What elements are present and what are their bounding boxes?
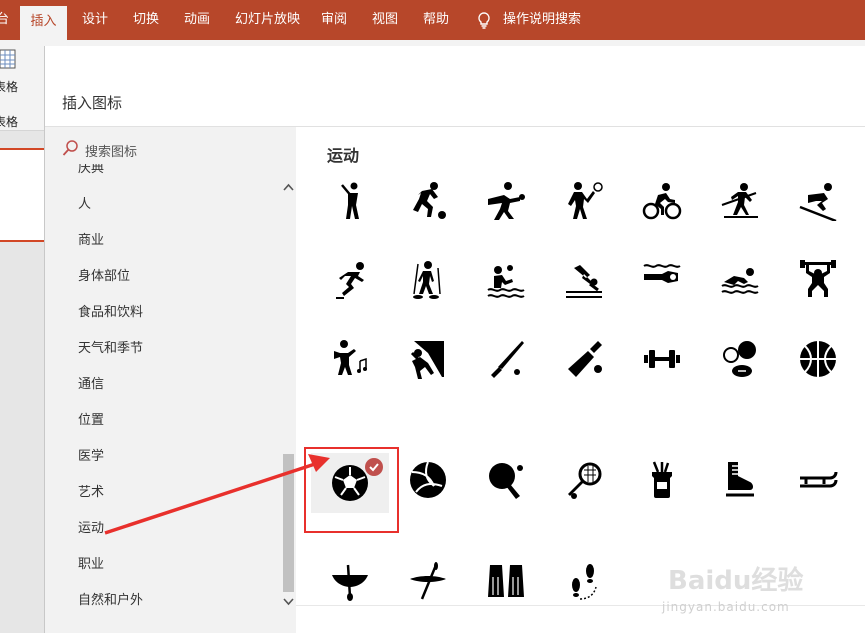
sled-icon[interactable] (779, 446, 857, 514)
tab-help[interactable]: 帮助 (423, 0, 449, 40)
basketball-icon[interactable] (779, 325, 857, 393)
soccer-player-icon[interactable] (389, 167, 467, 235)
category-item[interactable]: 自然和户外 (78, 589, 143, 608)
water-polo-icon[interactable] (467, 246, 545, 314)
tennis-player-icon[interactable] (545, 167, 623, 235)
watermark-url: jingyan.baidu.com (662, 600, 790, 614)
ice-skater-icon[interactable] (311, 246, 389, 314)
lightbulb-icon[interactable] (476, 12, 492, 30)
tab-home[interactable]: 台 (0, 0, 9, 40)
weightlifter-icon[interactable] (779, 246, 857, 314)
table-group-label: 表格 (0, 115, 19, 129)
softball-pitcher-icon[interactable] (467, 167, 545, 235)
cross-country-skier-icon[interactable] (701, 167, 779, 235)
tell-me-search[interactable]: 操作说明搜索 (503, 0, 581, 40)
category-item[interactable]: 位置 (78, 409, 104, 428)
category-list: 庆典 人 商业 身体部位 食品和饮料 天气和季节 通信 位置 医学 艺术 运动 … (45, 164, 281, 633)
sports-balls-icon[interactable] (701, 325, 779, 393)
baidu-watermark: Baidu经验 jingyan.baidu.com (662, 540, 862, 630)
category-item[interactable]: 商业 (78, 229, 104, 248)
dialog-title: 插入图标 (62, 94, 123, 112)
section-title: 运动 (327, 146, 360, 165)
dancer-icon[interactable] (311, 325, 389, 393)
scroll-up-arrow-icon[interactable] (281, 180, 296, 196)
tennis-racket-icon[interactable] (545, 446, 623, 514)
scroll-down-arrow-icon[interactable] (281, 593, 296, 609)
category-scrollbar[interactable] (281, 164, 296, 633)
scrollbar-thumb[interactable] (283, 454, 294, 592)
category-item[interactable]: 身体部位 (78, 265, 130, 284)
slide-thumbnail[interactable] (0, 148, 46, 242)
cricket-bat-icon[interactable] (545, 325, 623, 393)
tab-slideshow[interactable]: 幻灯片放映 (235, 0, 300, 40)
category-item[interactable]: 艺术 (78, 481, 104, 500)
search-icon (62, 140, 78, 156)
category-item[interactable]: 天气和季节 (78, 337, 143, 356)
category-panel: 搜索图标 庆典 人 商业 身体部位 食品和饮料 天气和季节 通信 位置 医学 艺… (45, 127, 296, 633)
diver-icon[interactable] (545, 246, 623, 314)
category-item-sports[interactable]: 运动 (78, 517, 104, 536)
tab-animations[interactable]: 动画 (184, 0, 210, 40)
golf-bag-icon[interactable] (623, 446, 701, 514)
category-item[interactable]: 通信 (78, 373, 104, 392)
rock-climber-icon[interactable] (389, 325, 467, 393)
tab-design[interactable]: 设计 (82, 0, 108, 40)
cyclist-icon[interactable] (623, 167, 701, 235)
watermark-logo: Baidu经验 (668, 566, 804, 596)
baseball-player-icon[interactable] (311, 167, 389, 235)
category-item[interactable]: 食品和饮料 (78, 301, 143, 320)
tab-view[interactable]: 视图 (372, 0, 398, 40)
tab-review[interactable]: 审阅 (321, 0, 347, 40)
ping-pong-icon[interactable] (467, 446, 545, 514)
tab-insert[interactable]: 插入 (20, 6, 67, 40)
ice-skate-icon[interactable] (701, 446, 779, 514)
search-input[interactable]: 搜索图标 (85, 141, 137, 160)
category-item[interactable]: 庆典 (78, 164, 104, 176)
ribbon-tab-bar: 台 插入 设计 切换 动画 幻灯片放映 审阅 视图 帮助 操作说明搜索 (0, 0, 865, 40)
category-item[interactable]: 职业 (78, 553, 104, 572)
tab-transitions[interactable]: 切换 (133, 0, 159, 40)
snowshoe-hiker-icon[interactable] (389, 246, 467, 314)
swimmer-icon[interactable] (701, 246, 779, 314)
category-item[interactable]: 医学 (78, 445, 104, 464)
selection-highlight-box (304, 447, 399, 533)
downhill-skier-icon[interactable] (779, 167, 857, 235)
dumbbell-icon[interactable] (623, 325, 701, 393)
table-icon[interactable] (0, 48, 16, 70)
baseball-bat-icon[interactable] (467, 325, 545, 393)
category-item[interactable]: 人 (78, 193, 91, 212)
table-button-label[interactable]: 表格 (0, 78, 18, 95)
swimmer-underwater-icon[interactable] (623, 246, 701, 314)
volleyball-icon[interactable] (389, 446, 467, 514)
